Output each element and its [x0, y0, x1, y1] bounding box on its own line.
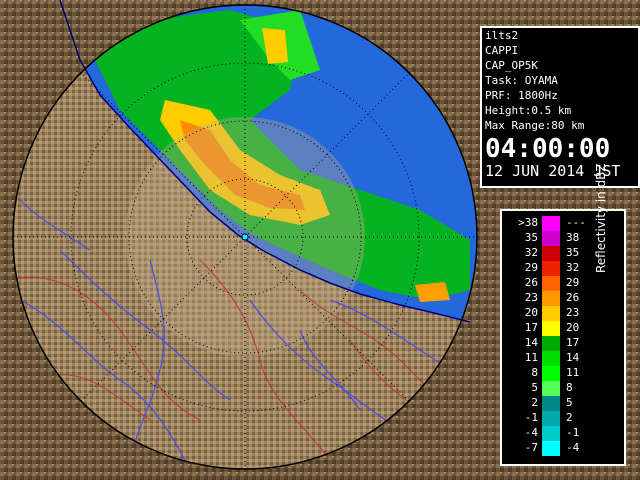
- color-legend: >38 --- 35 38 32 35 29 32 26 29 23 26 20 23 17 20 14 17 11…: [500, 163, 626, 466]
- legend-swatch: [542, 426, 560, 441]
- legend-low: 5: [531, 381, 538, 394]
- legend-low: >38: [518, 216, 538, 229]
- legend-high: -4: [566, 441, 580, 454]
- observation-time: 04:00:00: [485, 134, 611, 164]
- legend-high: 2: [566, 411, 573, 424]
- legend-swatch: [542, 381, 560, 396]
- legend-high: 5: [566, 396, 573, 409]
- legend-swatch: [542, 336, 560, 351]
- legend-high: 23: [566, 306, 580, 319]
- legend-high: 35: [566, 246, 580, 259]
- info-panel: ilts2 CAPPI CAP_OP5K Task: OYAMA PRF: 18…: [480, 26, 640, 188]
- legend-high: 26: [566, 291, 580, 304]
- legend-swatch: [542, 396, 560, 411]
- info-product: CAPPI: [485, 44, 519, 57]
- legend-swatch: [542, 231, 560, 246]
- legend-high: 11: [566, 366, 580, 379]
- legend-swatch: [542, 261, 560, 276]
- legend-swatch: [542, 351, 560, 366]
- legend-swatch: [542, 366, 560, 381]
- legend-high: -1: [566, 426, 580, 439]
- legend-high: 38: [566, 231, 580, 244]
- legend-low: 17: [524, 321, 538, 334]
- legend-high: ---: [566, 216, 586, 229]
- info-task-code: CAP_OP5K: [485, 59, 538, 72]
- legend-high: 8: [566, 381, 573, 394]
- info-max-range: Max Range:80 km: [485, 119, 585, 132]
- legend-swatch: [542, 306, 560, 321]
- legend-swatch: [542, 216, 560, 231]
- legend-high: 32: [566, 261, 580, 274]
- legend-high: 14: [566, 351, 580, 364]
- legend-low: 2: [531, 396, 538, 409]
- legend-low: 29: [524, 261, 538, 274]
- legend-low: -7: [524, 441, 538, 454]
- legend-high: 29: [566, 276, 580, 289]
- legend-low: -1: [524, 411, 538, 424]
- legend-low: 35: [524, 231, 538, 244]
- legend-swatch: [542, 276, 560, 291]
- radar-site-marker: [241, 233, 249, 241]
- legend-swatch: [542, 441, 560, 456]
- legend-title: Reflectivity in dBZ: [594, 163, 608, 273]
- legend-low: -4: [524, 426, 538, 439]
- legend-swatch: [542, 246, 560, 261]
- echo-yellow-east: [415, 282, 450, 302]
- info-prf: PRF: 1800Hz: [485, 89, 558, 102]
- legend-high: 17: [566, 336, 580, 349]
- legend-low: 23: [524, 291, 538, 304]
- legend-swatch: [542, 411, 560, 426]
- info-height: Height:0.5 km: [485, 104, 572, 117]
- legend-low: 32: [524, 246, 538, 259]
- legend-swatch: [542, 321, 560, 336]
- legend-high: 20: [566, 321, 580, 334]
- legend-low: 11: [524, 351, 538, 364]
- legend-swatch: [542, 291, 560, 306]
- legend-low: 14: [524, 336, 538, 349]
- legend-low: 8: [531, 366, 538, 379]
- legend-low: 26: [524, 276, 538, 289]
- info-station: ilts2: [485, 29, 519, 42]
- info-task: Task: OYAMA: [485, 74, 558, 87]
- legend-low: 20: [524, 306, 538, 319]
